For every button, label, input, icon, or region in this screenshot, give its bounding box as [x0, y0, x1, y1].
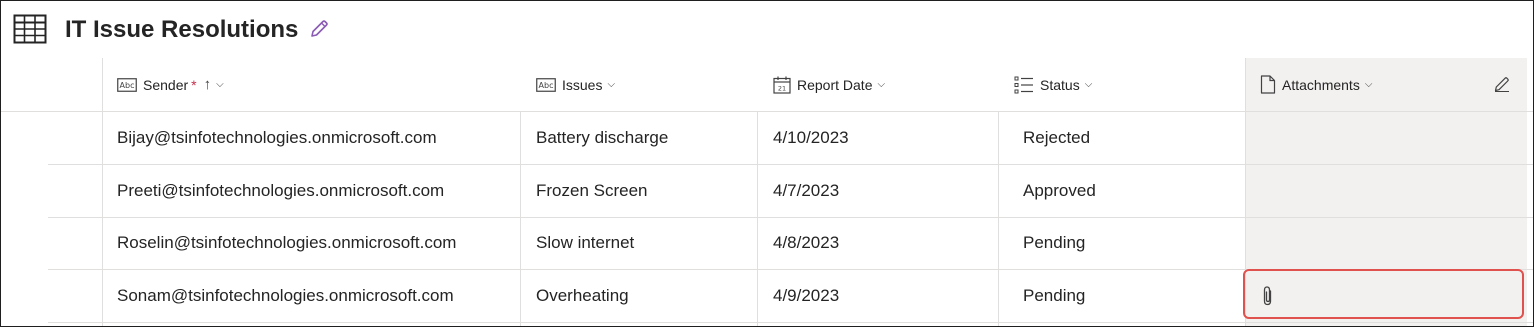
table-row[interactable]: Preeti@tsinfotechnologies.onmicrosoft.co… — [48, 165, 1533, 218]
sort-ascending-icon[interactable]: ↑ — [204, 76, 212, 93]
cell-status[interactable]: Pending — [1023, 270, 1085, 322]
cell-report-date[interactable]: 4/7/2023 — [773, 165, 839, 217]
table-row[interactable]: Bijay@tsinfotechnologies.onmicrosoft.com… — [48, 112, 1533, 165]
column-label-status: Status — [1040, 76, 1080, 93]
column-divider — [102, 58, 103, 112]
cell-report-date[interactable]: 4/8/2023 — [773, 217, 839, 269]
svg-text:21: 21 — [778, 84, 786, 92]
chevron-down-icon[interactable]: ⌵ — [1365, 79, 1373, 90]
column-header-issues[interactable]: Abc Issues ⌵ — [536, 58, 615, 111]
pencil-icon[interactable] — [1493, 75, 1511, 93]
column-label-attachments: Attachments — [1282, 76, 1360, 93]
svg-text:Abc: Abc — [120, 81, 135, 90]
table-row[interactable]: Roselin@tsinfotechnologies.onmicrosoft.c… — [48, 217, 1533, 270]
cell-status[interactable]: Pending — [1023, 217, 1085, 269]
cell-issues[interactable]: Slow internet — [536, 217, 634, 269]
text-field-icon: Abc — [536, 77, 556, 92]
chevron-down-icon[interactable]: ⌵ — [1085, 79, 1093, 90]
cell-report-date[interactable]: 4/9/2023 — [773, 270, 839, 322]
cell-status[interactable]: Approved — [1023, 165, 1096, 217]
required-star: * — [191, 76, 197, 93]
title-bar: IT Issue Resolutions — [1, 1, 1533, 59]
column-header-attachments[interactable]: Attachments ⌵ — [1260, 58, 1372, 111]
chevron-down-icon[interactable]: ⌵ — [607, 79, 615, 90]
cell-sender[interactable]: Bijay@tsinfotechnologies.onmicrosoft.com — [117, 112, 437, 164]
calendar-icon: 21 — [773, 76, 791, 94]
choice-list-icon — [1014, 76, 1033, 93]
svg-text:Abc: Abc — [539, 81, 554, 90]
table-row[interactable]: Sonam@tsinfotechnologies.onmicrosoft.com… — [48, 270, 1533, 323]
cell-sender[interactable]: Roselin@tsinfotechnologies.onmicrosoft.c… — [117, 217, 456, 269]
column-label-issues: Issues — [562, 76, 603, 93]
cell-issues[interactable]: Overheating — [536, 270, 629, 322]
column-label-sender: Sender — [143, 76, 189, 93]
column-label-report-date: Report Date — [797, 76, 873, 93]
text-field-icon: Abc — [117, 77, 137, 92]
column-header-status[interactable]: Status ⌵ — [1014, 58, 1092, 111]
cell-status[interactable]: Rejected — [1023, 112, 1090, 164]
list-view: IT Issue Resolutions Abc Sender * ↑ ⌵ Ab… — [0, 0, 1534, 327]
column-header-sender[interactable]: Abc Sender * ↑ ⌵ — [117, 58, 224, 111]
table-grid-icon — [13, 14, 47, 44]
document-icon — [1260, 75, 1276, 94]
paperclip-icon[interactable] — [1261, 285, 1275, 307]
cell-issues[interactable]: Battery discharge — [536, 112, 668, 164]
cell-issues[interactable]: Frozen Screen — [536, 165, 648, 217]
chevron-down-icon[interactable]: ⌵ — [877, 79, 885, 90]
cell-report-date[interactable]: 4/10/2023 — [773, 112, 849, 164]
page-title: IT Issue Resolutions — [65, 16, 299, 43]
pencil-icon[interactable] — [308, 18, 330, 40]
column-header-report-date[interactable]: 21 Report Date ⌵ — [773, 58, 885, 111]
cell-sender[interactable]: Preeti@tsinfotechnologies.onmicrosoft.co… — [117, 165, 444, 217]
column-header-row: Abc Sender * ↑ ⌵ Abc Issues ⌵ 21 Report — [1, 58, 1533, 112]
chevron-down-icon[interactable]: ⌵ — [216, 79, 224, 90]
cell-sender[interactable]: Sonam@tsinfotechnologies.onmicrosoft.com — [117, 270, 454, 322]
